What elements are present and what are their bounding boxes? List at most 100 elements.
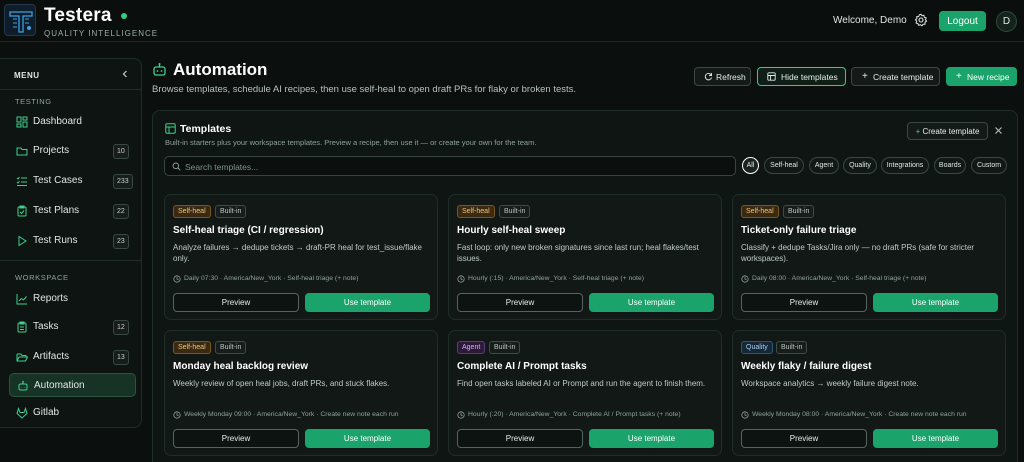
sidebar-item-artifacts[interactable]: Artifacts 13 bbox=[9, 345, 136, 369]
use-template-button[interactable]: Use template bbox=[589, 429, 714, 448]
clipboard-icon bbox=[16, 205, 28, 217]
template-card[interactable]: Self-heal Built-in Hourly self-heal swee… bbox=[448, 194, 722, 320]
count-badge: 233 bbox=[113, 174, 133, 189]
sidebar-item-label: Gitlab bbox=[33, 407, 60, 418]
sidebar-item-test-cases[interactable]: Test Cases 233 bbox=[9, 169, 136, 193]
gear-icon[interactable] bbox=[914, 13, 928, 27]
filter-chip-boards[interactable]: Boards bbox=[934, 157, 966, 174]
filter-chip-custom[interactable]: Custom bbox=[971, 157, 1007, 174]
count-badge: 12 bbox=[113, 320, 129, 335]
sidebar-item-label: Test Cases bbox=[33, 175, 83, 186]
preview-button[interactable]: Preview bbox=[173, 293, 299, 312]
builtin-tag: Built-in bbox=[776, 341, 808, 354]
card-title: Weekly flaky / failure digest bbox=[741, 361, 872, 372]
clock-icon bbox=[457, 411, 465, 419]
testera-logo[interactable] bbox=[4, 4, 36, 36]
section-label-testing: TESTING bbox=[15, 97, 52, 106]
search-icon bbox=[172, 162, 181, 171]
filter-chip-all[interactable]: All bbox=[742, 157, 759, 174]
category-tag: Self-heal bbox=[457, 205, 495, 218]
panel-create-template-button[interactable]: + Create template bbox=[907, 122, 988, 140]
clock-icon bbox=[741, 275, 749, 283]
card-title: Complete AI / Prompt tasks bbox=[457, 361, 587, 372]
sidebar-item-label: Projects bbox=[33, 145, 70, 156]
sidebar-item-tasks[interactable]: Tasks 12 bbox=[9, 315, 136, 339]
sidebar-item-automation[interactable]: Automation bbox=[9, 373, 136, 397]
builtin-tag: Built-in bbox=[783, 205, 815, 218]
sidebar-item-gitlab[interactable]: Gitlab bbox=[9, 401, 136, 425]
use-template-button[interactable]: Use template bbox=[873, 293, 998, 312]
category-tag: Self-heal bbox=[173, 205, 211, 218]
card-schedule: Hourly (:15) · America/New_York · Self-h… bbox=[468, 275, 644, 282]
sidebar: MENU TESTING Dashboard Projects 10 Test … bbox=[0, 58, 142, 428]
use-template-button[interactable]: Use template bbox=[873, 429, 998, 448]
card-title: Ticket-only failure triage bbox=[741, 225, 857, 236]
search-input[interactable] bbox=[185, 159, 725, 174]
sidebar-item-test-plans[interactable]: Test Plans 22 bbox=[9, 199, 136, 223]
template-card[interactable]: Self-heal Built-in Self-heal triage (CI … bbox=[164, 194, 438, 320]
folder-icon bbox=[16, 145, 28, 157]
refresh-button[interactable]: Refresh bbox=[694, 67, 751, 86]
use-template-button[interactable]: Use template bbox=[589, 293, 714, 312]
card-schedule: Hourly (:20) · America/New_York · Comple… bbox=[468, 411, 681, 418]
new-recipe-button[interactable]: + New recipe bbox=[946, 67, 1017, 86]
clock-icon bbox=[457, 275, 465, 283]
count-badge: 10 bbox=[113, 144, 129, 159]
filter-chip-integrations[interactable]: Integrations bbox=[881, 157, 929, 174]
hide-templates-button[interactable]: Hide templates bbox=[757, 67, 846, 86]
card-description: Classify + dedupe Tasks/Jira only — no d… bbox=[741, 243, 975, 263]
page-title: Automation bbox=[173, 60, 268, 79]
robot-icon bbox=[17, 380, 29, 392]
card-description: Weekly review of open heal jobs, draft P… bbox=[173, 379, 390, 388]
preview-button[interactable]: Preview bbox=[457, 429, 583, 448]
logout-button[interactable]: Logout bbox=[939, 11, 986, 31]
sidebar-item-projects[interactable]: Projects 10 bbox=[9, 139, 136, 163]
dashboard-icon bbox=[16, 116, 28, 128]
card-title: Hourly self-heal sweep bbox=[457, 225, 566, 236]
card-title: Self-heal triage (CI / regression) bbox=[173, 225, 324, 236]
avatar[interactable]: D bbox=[996, 11, 1017, 32]
category-tag: Self-heal bbox=[741, 205, 779, 218]
card-title: Monday heal backlog review bbox=[173, 361, 309, 372]
clock-icon bbox=[173, 411, 181, 419]
plus-icon: + bbox=[956, 71, 962, 82]
card-description: Fast loop: only new broken signatures si… bbox=[457, 243, 699, 263]
category-tag: Self-heal bbox=[173, 341, 211, 354]
sidebar-item-label: Reports bbox=[33, 293, 69, 304]
sidebar-item-test-runs[interactable]: Test Runs 23 bbox=[9, 229, 136, 253]
checklist-icon bbox=[16, 175, 28, 187]
welcome-text: Welcome, Demo bbox=[833, 15, 907, 26]
sidebar-item-dashboard[interactable]: Dashboard bbox=[9, 110, 136, 134]
category-tag: Agent bbox=[457, 341, 486, 354]
builtin-tag: Built-in bbox=[215, 205, 247, 218]
menu-divider bbox=[0, 89, 141, 90]
category-tag: Quality bbox=[741, 341, 773, 354]
sidebar-item-reports[interactable]: Reports bbox=[9, 287, 136, 311]
template-card[interactable]: Self-heal Built-in Ticket-only failure t… bbox=[732, 194, 1006, 320]
menu-label: MENU bbox=[14, 71, 40, 80]
template-card[interactable]: Agent Built-in Complete AI / Prompt task… bbox=[448, 330, 722, 456]
template-card[interactable]: Self-heal Built-in Monday heal backlog r… bbox=[164, 330, 438, 456]
section-divider bbox=[0, 260, 141, 261]
template-card[interactable]: Quality Built-in Weekly flaky / failure … bbox=[732, 330, 1006, 456]
count-badge: 13 bbox=[113, 350, 129, 365]
filter-chip-quality[interactable]: Quality bbox=[843, 157, 877, 174]
card-description: Analyze failures → dedupe tickets → draf… bbox=[173, 243, 423, 263]
chevron-left-icon[interactable] bbox=[120, 69, 130, 79]
use-template-button[interactable]: Use template bbox=[305, 429, 430, 448]
preview-button[interactable]: Preview bbox=[741, 293, 867, 312]
card-schedule: Weekly Monday 08:00 · America/New_York ·… bbox=[752, 411, 967, 418]
plus-icon: + bbox=[862, 71, 868, 82]
filter-chip-agent[interactable]: Agent bbox=[809, 157, 839, 174]
preview-button[interactable]: Preview bbox=[173, 429, 299, 448]
use-template-button[interactable]: Use template bbox=[305, 293, 430, 312]
folder-open-icon bbox=[16, 351, 28, 363]
create-template-button[interactable]: + Create template bbox=[851, 67, 940, 86]
preview-button[interactable]: Preview bbox=[457, 293, 583, 312]
brand-status-dot bbox=[121, 13, 127, 19]
preview-button[interactable]: Preview bbox=[741, 429, 867, 448]
refresh-icon bbox=[704, 72, 713, 81]
close-icon[interactable] bbox=[993, 125, 1004, 136]
sidebar-item-label: Automation bbox=[34, 380, 85, 391]
filter-chip-self-heal[interactable]: Self-heal bbox=[764, 157, 804, 174]
